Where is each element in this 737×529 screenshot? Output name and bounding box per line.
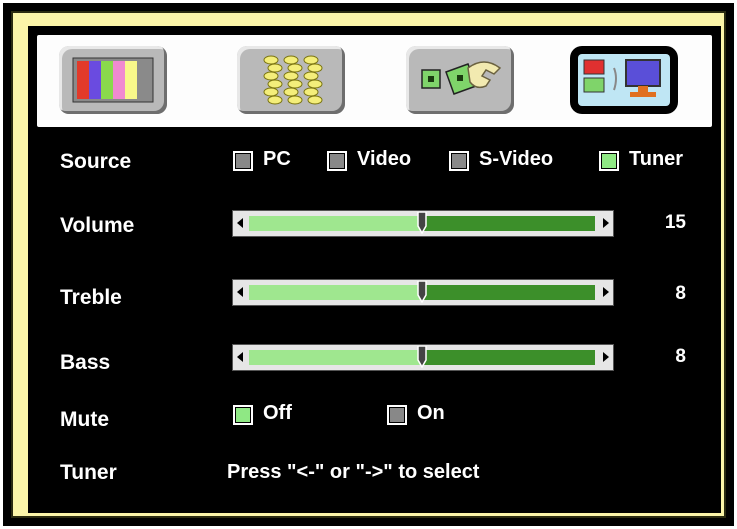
treble-increase-arrow-icon[interactable] <box>603 287 609 297</box>
volume-slider[interactable] <box>232 210 614 237</box>
treble-label: Treble <box>60 286 122 309</box>
volume-decrease-arrow-icon[interactable] <box>237 218 243 228</box>
bass-value: 8 <box>675 346 686 367</box>
volume-fill <box>249 216 422 231</box>
bass-thumb[interactable] <box>417 346 427 368</box>
mute-off-checkbox[interactable] <box>233 405 253 425</box>
tab-setup[interactable] <box>406 46 514 114</box>
treble-fill <box>249 285 422 300</box>
bass-increase-arrow-icon[interactable] <box>603 352 609 362</box>
color-bars-icon <box>72 57 154 103</box>
source-label: Source <box>60 150 132 173</box>
volume-thumb[interactable] <box>417 212 427 234</box>
osd-screen: Source PC Video S-Video Tuner Volume 15 … <box>28 26 721 513</box>
sound-waves-icon <box>263 55 323 105</box>
bass-label: Bass <box>60 351 111 374</box>
treble-thumb[interactable] <box>417 281 427 303</box>
mute-off-label: Off <box>263 402 292 424</box>
bass-track <box>249 346 595 368</box>
mute-on-label: On <box>417 402 445 424</box>
bass-slider[interactable] <box>232 344 614 371</box>
source-svideo-checkbox[interactable] <box>449 151 469 171</box>
source-video-checkbox[interactable] <box>327 151 347 171</box>
tab-audio[interactable] <box>237 46 345 114</box>
tuner-hint: Press "<-" or "->" to select <box>227 461 480 483</box>
source-monitor-icon <box>578 54 670 106</box>
volume-value: 15 <box>664 212 686 233</box>
source-tuner-checkbox[interactable] <box>599 151 619 171</box>
volume-increase-arrow-icon[interactable] <box>603 218 609 228</box>
bass-fill <box>249 350 422 365</box>
tab-input[interactable] <box>570 46 678 114</box>
tab-bar <box>37 35 712 127</box>
source-pc-label: PC <box>263 148 291 170</box>
source-tuner-label: Tuner <box>629 148 684 170</box>
treble-slider[interactable] <box>232 279 614 306</box>
treble-track <box>249 281 595 303</box>
tab-picture[interactable] <box>59 46 167 114</box>
mute-label: Mute <box>60 408 109 431</box>
volume-label: Volume <box>60 214 135 237</box>
mute-on-checkbox[interactable] <box>387 405 407 425</box>
osd-frame: Source PC Video S-Video Tuner Volume 15 … <box>3 3 734 526</box>
source-svideo-label: S-Video <box>479 148 554 170</box>
volume-track <box>249 212 595 234</box>
source-pc-checkbox[interactable] <box>233 151 253 171</box>
wrench-icon <box>421 61 502 95</box>
tuner-label: Tuner <box>60 461 117 484</box>
bass-decrease-arrow-icon[interactable] <box>237 352 243 362</box>
treble-decrease-arrow-icon[interactable] <box>237 287 243 297</box>
source-video-label: Video <box>357 148 412 170</box>
treble-value: 8 <box>675 283 686 304</box>
